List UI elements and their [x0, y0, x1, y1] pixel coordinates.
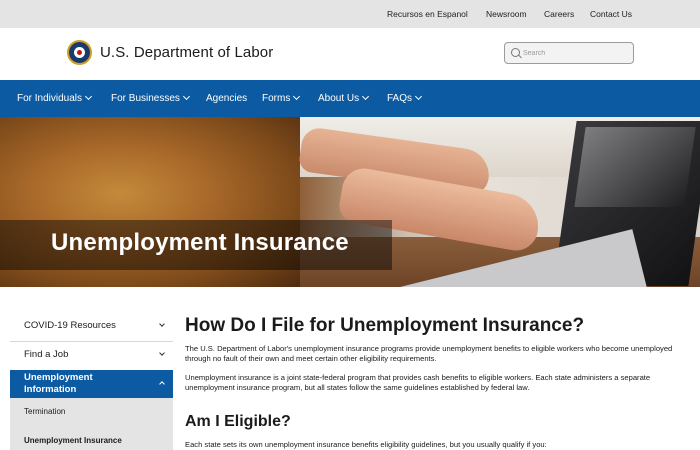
chevron-down-icon — [414, 92, 423, 101]
main-content: How Do I File for Unemployment Insurance… — [185, 287, 690, 450]
hero-title: Unemployment Insurance — [51, 229, 349, 256]
chevron-down-icon — [159, 321, 165, 327]
site-title[interactable]: U.S. Department of Labor — [100, 44, 273, 61]
utility-link-recursos[interactable]: Recursos en Espanol — [387, 9, 468, 19]
nav-label: For Businesses — [111, 93, 180, 104]
site-header: U.S. Department of Labor — [0, 28, 700, 80]
sidebar-item-unemployment-information[interactable]: Unemployment Information — [10, 370, 173, 398]
search-icon[interactable] — [511, 48, 520, 57]
nav-for-businesses[interactable]: For Businesses — [111, 92, 190, 104]
utility-bar: Recursos en Espanol Newsroom Careers Con… — [0, 0, 700, 28]
eligibility-paragraph: Each state sets its own unemployment ins… — [185, 440, 547, 449]
chevron-up-icon — [159, 381, 165, 387]
nav-for-individuals[interactable]: For Individuals — [17, 92, 93, 104]
nav-label: About Us — [318, 93, 360, 104]
page-title: How Do I File for Unemployment Insurance… — [185, 315, 585, 336]
sidebar-divider — [10, 341, 173, 342]
search-input[interactable] — [523, 47, 628, 60]
nav-label: For Individuals — [17, 93, 83, 104]
sidebar-item-label: Unemployment Information — [24, 372, 93, 395]
chevron-down-icon — [159, 350, 165, 356]
program-paragraph: Unemployment insurance is a joint state-… — [185, 373, 651, 392]
utility-link-newsroom[interactable]: Newsroom — [486, 9, 527, 19]
chevron-down-icon — [293, 92, 301, 101]
nav-label: Agencies — [206, 93, 248, 104]
nav-faqs[interactable]: FAQs — [387, 92, 423, 104]
nav-label: FAQs — [387, 93, 413, 104]
sidebar-subitem-unemployment-insurance[interactable]: Unemployment Insurance — [24, 436, 122, 445]
dol-seal-logo[interactable] — [67, 40, 92, 65]
chevron-down-icon — [182, 92, 190, 101]
main-nav: For Individuals For Businesses Agencies … — [0, 80, 700, 117]
utility-link-contact[interactable]: Contact Us — [590, 9, 632, 19]
sidebar-item-label: Find a Job — [24, 349, 69, 360]
hero-photo-laptop-glare — [574, 127, 696, 207]
nav-agencies[interactable]: Agencies — [206, 93, 247, 104]
eligibility-heading: Am I Eligible? — [185, 413, 291, 430]
nav-forms[interactable]: Forms — [262, 92, 301, 104]
nav-label: Forms — [262, 93, 291, 104]
sidebar-subnav: Termination Unemployment Insurance — [10, 398, 173, 450]
sidebar-item-label: COVID-19 Resources — [24, 320, 116, 331]
chevron-down-icon — [362, 92, 370, 101]
sidebar-item-covid[interactable]: COVID-19 Resources — [10, 320, 173, 334]
nav-about-us[interactable]: About Us — [318, 92, 370, 104]
utility-link-careers[interactable]: Careers — [544, 9, 574, 19]
hero-banner: Unemployment Insurance — [0, 117, 700, 287]
chevron-down-icon — [84, 92, 93, 101]
search-box[interactable] — [504, 42, 634, 64]
sidebar-item-find-a-job[interactable]: Find a Job — [10, 349, 173, 363]
sidebar-nav: COVID-19 Resources Find a Job Unemployme… — [10, 287, 173, 450]
sidebar-subitem-termination[interactable]: Termination — [24, 407, 65, 416]
intro-paragraph: The U.S. Department of Labor's unemploym… — [185, 344, 673, 363]
